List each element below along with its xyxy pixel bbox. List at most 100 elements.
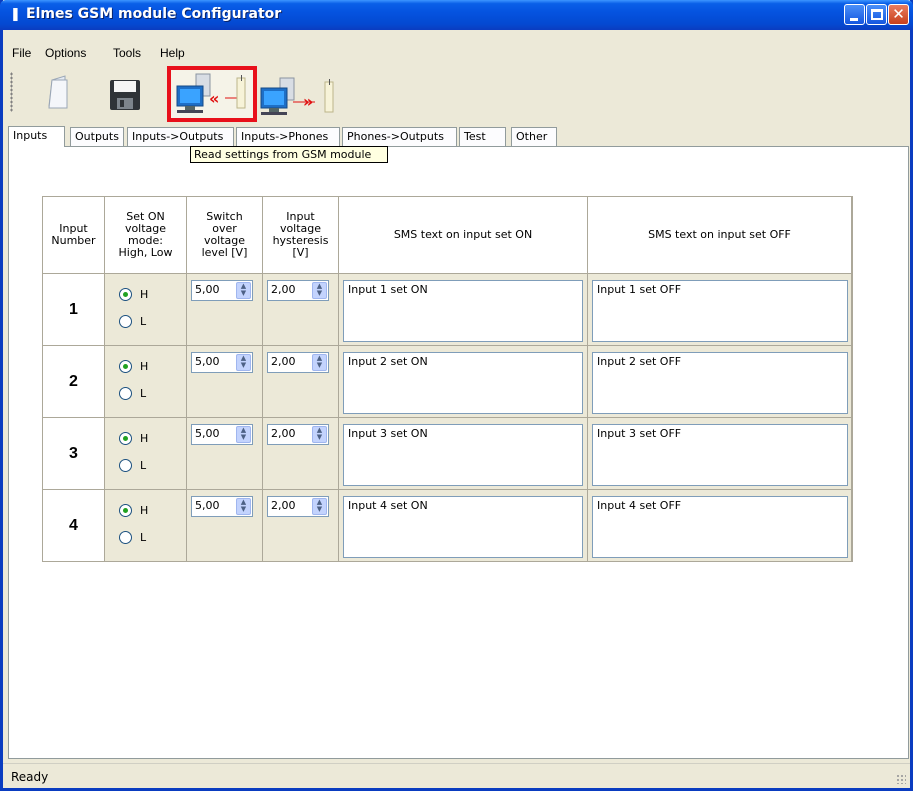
hysteresis-stepper[interactable]: 2,00 ▲ ▼ <box>267 280 329 301</box>
switch-level-cell: 5,00 ▲ ▼ <box>187 418 263 490</box>
minimize-button[interactable] <box>844 4 865 25</box>
resize-grip-icon[interactable] <box>896 774 906 784</box>
row-number: 3 <box>43 418 105 490</box>
write-to-module-icon: » <box>260 77 334 115</box>
sms-on-cell: Input 2 set ON <box>339 346 588 418</box>
sms-on-cell: Input 3 set ON <box>339 418 588 490</box>
inputs-panel: Input Number Set ON voltage mode: High, Low … <box>8 146 909 759</box>
hysteresis-cell: 2,00 ▲ ▼ <box>263 274 339 346</box>
switch-level-stepper[interactable]: 5,00 ▲ ▼ <box>191 424 253 445</box>
radio-button[interactable] <box>119 504 132 517</box>
menu-help[interactable]: Help <box>160 46 185 60</box>
radio-h[interactable]: H <box>119 288 148 301</box>
sms-on-text-input[interactable]: Input 4 set ON <box>343 496 583 558</box>
inputs-table: Input Number Set ON voltage mode: High, Low … <box>42 196 853 562</box>
radio-h[interactable]: H <box>119 360 148 373</box>
tooltip: Read settings from GSM module <box>190 146 388 163</box>
sms-off-text-input[interactable]: Input 1 set OFF <box>592 280 848 342</box>
spin-arrows-icon[interactable]: ▲ ▼ <box>312 426 327 443</box>
sms-off-text-input[interactable]: Input 2 set OFF <box>592 352 848 414</box>
radio-l[interactable]: L <box>119 387 146 400</box>
row-number: 2 <box>43 346 105 418</box>
menu-file[interactable]: File <box>12 46 31 60</box>
tab-phones-outputs[interactable]: Phones->Outputs <box>342 127 457 146</box>
switch-level-cell: 5,00 ▲ ▼ <box>187 274 263 346</box>
open-button[interactable] <box>35 68 85 118</box>
sms-on-text-input[interactable]: Input 3 set ON <box>343 424 583 486</box>
radio-l[interactable]: L <box>119 459 146 472</box>
tab-other[interactable]: Other <box>511 127 557 146</box>
sms-off-cell: Input 3 set OFF <box>588 418 852 490</box>
title-bar[interactable]: ❚ Elmes GSM module Configurator ✕ <box>0 0 913 30</box>
radio-button[interactable] <box>119 459 132 472</box>
read-settings-button[interactable]: « <box>167 66 257 122</box>
save-button[interactable] <box>102 68 152 118</box>
header-sms-on: SMS text on input set ON <box>339 197 588 274</box>
menu-options[interactable]: Options <box>45 46 86 60</box>
switch-level-stepper[interactable]: 5,00 ▲ ▼ <box>191 496 253 517</box>
tab-inputs[interactable]: Inputs <box>8 126 65 147</box>
toolbar-grip[interactable] <box>10 72 13 112</box>
mode-cell: H L <box>105 490 187 561</box>
menu-bar: File Options Tools Help <box>3 43 910 63</box>
header-mode: Set ON voltage mode: High, Low <box>105 197 187 274</box>
row-number: 4 <box>43 490 105 561</box>
sms-on-text-input[interactable]: Input 2 set ON <box>343 352 583 414</box>
spin-arrows-icon[interactable]: ▲ ▼ <box>236 498 251 515</box>
tab-inputs-phones[interactable]: Inputs->Phones <box>236 127 340 146</box>
maximize-button[interactable] <box>866 4 887 25</box>
spin-arrows-icon[interactable]: ▲ ▼ <box>312 282 327 299</box>
tab-inputs-outputs[interactable]: Inputs->Outputs <box>127 127 234 146</box>
sms-on-cell: Input 1 set ON <box>339 274 588 346</box>
sms-off-text-input[interactable]: Input 3 set OFF <box>592 424 848 486</box>
hysteresis-cell: 2,00 ▲ ▼ <box>263 346 339 418</box>
mode-cell: H L <box>105 418 187 490</box>
menu-tools[interactable]: Tools <box>113 46 141 60</box>
spin-arrows-icon[interactable]: ▲ ▼ <box>236 426 251 443</box>
close-button[interactable]: ✕ <box>888 4 909 25</box>
sms-off-text-input[interactable]: Input 4 set OFF <box>592 496 848 558</box>
spin-arrows-icon[interactable]: ▲ ▼ <box>312 354 327 371</box>
status-text: Ready <box>11 770 49 784</box>
header-input-number: Input Number <box>43 197 105 274</box>
radio-button[interactable] <box>119 360 132 373</box>
sms-on-text-input[interactable]: Input 1 set ON <box>343 280 583 342</box>
radio-button[interactable] <box>119 432 132 445</box>
tab-outputs[interactable]: Outputs <box>70 127 124 146</box>
spin-arrows-icon[interactable]: ▲ ▼ <box>236 354 251 371</box>
radio-l[interactable]: L <box>119 315 146 328</box>
spin-arrows-icon[interactable]: ▲ ▼ <box>312 498 327 515</box>
write-settings-button[interactable]: » <box>259 68 344 118</box>
header-sms-off: SMS text on input set OFF <box>588 197 852 274</box>
app-window: ❚ Elmes GSM module Configurator ✕ File O… <box>0 0 913 791</box>
switch-level-cell: 5,00 ▲ ▼ <box>187 346 263 418</box>
radio-h[interactable]: H <box>119 432 148 445</box>
status-bar: Ready <box>3 763 910 788</box>
hysteresis-stepper[interactable]: 2,00 ▲ ▼ <box>267 352 329 373</box>
toolbar: « » <box>3 66 910 123</box>
svg-text:«: « <box>209 89 219 108</box>
switch-level-stepper[interactable]: 5,00 ▲ ▼ <box>191 352 253 373</box>
hysteresis-stepper[interactable]: 2,00 ▲ ▼ <box>267 496 329 517</box>
radio-button[interactable] <box>119 315 132 328</box>
radio-button[interactable] <box>119 288 132 301</box>
maximize-icon <box>871 9 883 20</box>
minimize-icon <box>850 18 858 21</box>
open-document-icon <box>48 75 68 109</box>
radio-button[interactable] <box>119 387 132 400</box>
tab-test[interactable]: Test <box>459 127 506 146</box>
row-number: 1 <box>43 274 105 346</box>
hysteresis-cell: 2,00 ▲ ▼ <box>263 490 339 561</box>
header-hysteresis: Input voltage hysteresis [V] <box>263 197 339 274</box>
radio-h[interactable]: H <box>119 504 148 517</box>
header-switch-level: Switch over voltage level [V] <box>187 197 263 274</box>
switch-level-cell: 5,00 ▲ ▼ <box>187 490 263 561</box>
mode-cell: H L <box>105 274 187 346</box>
sms-off-cell: Input 1 set OFF <box>588 274 852 346</box>
switch-level-stepper[interactable]: 5,00 ▲ ▼ <box>191 280 253 301</box>
hysteresis-stepper[interactable]: 2,00 ▲ ▼ <box>267 424 329 445</box>
spin-arrows-icon[interactable]: ▲ ▼ <box>236 282 251 299</box>
window-title: Elmes GSM module Configurator <box>26 6 282 22</box>
radio-l[interactable]: L <box>119 531 146 544</box>
radio-button[interactable] <box>119 531 132 544</box>
